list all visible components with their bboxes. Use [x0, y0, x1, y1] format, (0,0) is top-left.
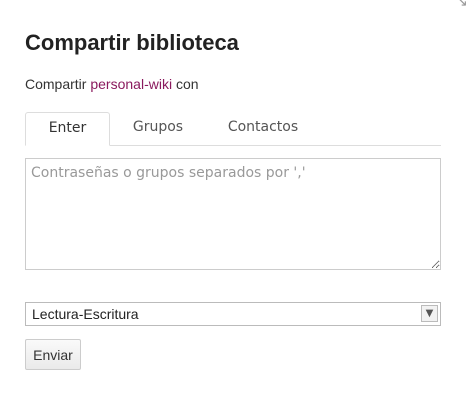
tab-enter[interactable]: Enter	[25, 112, 110, 146]
library-name-link[interactable]: personal-wiki	[90, 76, 172, 92]
dialog-title: Compartir biblioteca	[25, 30, 239, 55]
share-subtitle: Compartir personal-wiki con	[25, 76, 199, 92]
share-recipients-input[interactable]	[25, 158, 441, 270]
close-icon[interactable]: ↘	[456, 0, 466, 10]
tab-grupos[interactable]: Grupos	[119, 112, 197, 145]
permission-selected-value: Lectura-Escritura	[32, 306, 139, 322]
subtitle-suffix: con	[172, 76, 199, 92]
permission-select[interactable]: Lectura-Escritura ▼	[25, 302, 441, 326]
chevron-down-icon[interactable]: ▼	[421, 305, 438, 322]
subtitle-prefix: Compartir	[25, 76, 91, 92]
send-button[interactable]: Enviar	[25, 339, 81, 370]
tab-contactos[interactable]: Contactos	[208, 112, 318, 145]
share-tabs: Enter Grupos Contactos	[25, 112, 441, 146]
